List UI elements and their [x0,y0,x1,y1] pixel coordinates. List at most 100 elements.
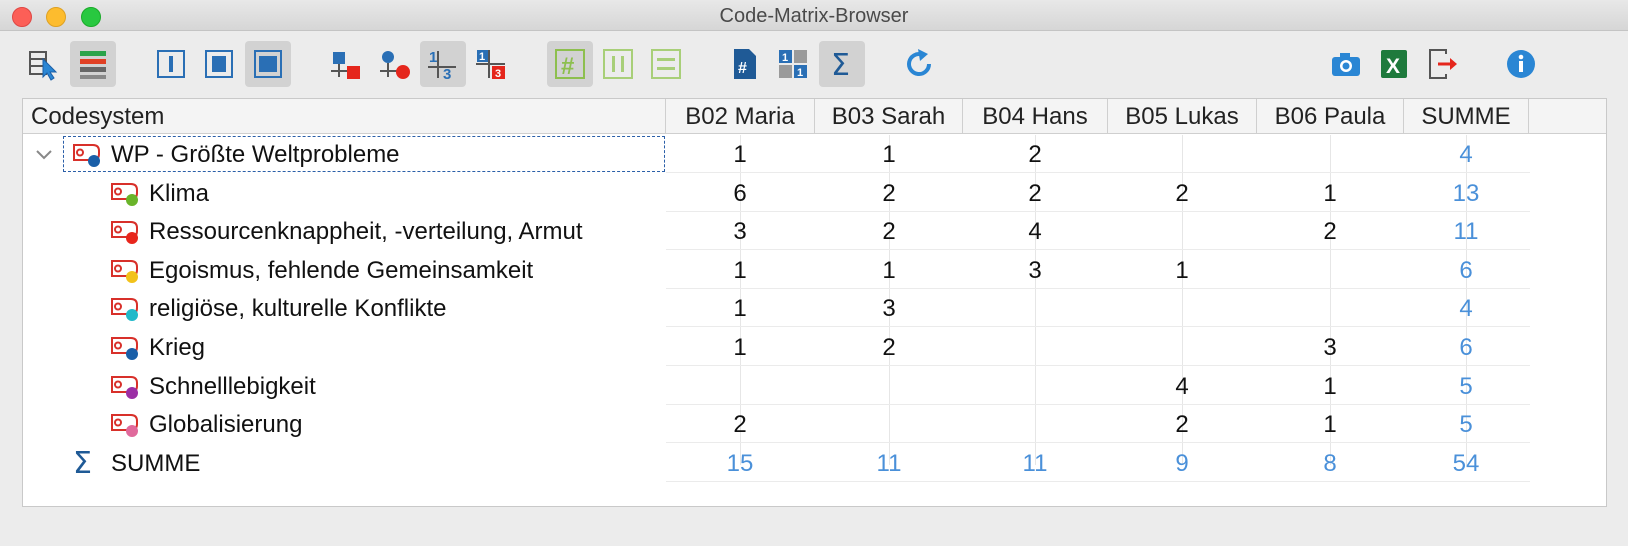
matrix-cell[interactable]: 2 [995,174,1075,212]
columns-button[interactable] [595,41,641,87]
view-narrow-icon [157,50,185,78]
matrix-cell[interactable]: 2 [849,328,929,366]
matrix-cell[interactable]: 4 [1142,367,1222,405]
matrix-cell[interactable] [1142,328,1222,366]
header-column[interactable]: B04 Hans [963,99,1108,133]
view-medium-button[interactable] [196,41,242,87]
matrix-cell[interactable] [995,405,1075,443]
view-wide-button[interactable] [245,41,291,87]
hash-grid-button[interactable]: # [547,41,593,87]
header-summe[interactable]: SUMME [1404,99,1529,133]
parent-code-row[interactable]: WP - Größte Weltprobleme 1 1 2 4 [23,135,1606,173]
row-sum-cell: 5 [1459,372,1473,400]
row-sum-cell: 54 [1452,449,1480,477]
header-codesystem[interactable]: Codesystem [23,99,666,133]
matrix-cell[interactable]: 3 [849,289,929,327]
matrix-cell[interactable] [995,289,1075,327]
matrix-cell[interactable]: 2 [849,212,929,250]
header-column[interactable]: B02 Maria [666,99,815,133]
code-row[interactable]: Krieg 1 2 3 6 [23,328,1606,366]
sigma-icon: Σ [831,48,850,80]
code-label: Schnelllebigkeit [149,372,316,400]
matrix-cell[interactable]: 1 [1290,405,1370,443]
matrix-cell[interactable]: 1 [700,328,780,366]
matrix-cell[interactable]: 6 [700,174,780,212]
svg-text:3: 3 [495,68,501,80]
matrix-cell[interactable]: 11 [849,444,929,482]
matrix-cell[interactable] [849,405,929,443]
matrix-cell[interactable]: 4 [995,212,1075,250]
code-row[interactable]: Klima 6 2 2 2 1 13 [23,174,1606,212]
matrix-cell[interactable]: 2 [849,174,929,212]
matrix-cell[interactable]: 9 [1142,444,1222,482]
matrix-cell[interactable]: 1 [700,289,780,327]
matrix-cell[interactable] [1142,212,1222,250]
matrix-cell[interactable]: 1 [1290,367,1370,405]
matrix-cell[interactable]: 11 [995,444,1075,482]
excel-export-button[interactable]: X [1371,41,1417,87]
code-matrix-table: Codesystem B02 Maria B03 Sarah B04 Hans … [22,98,1607,507]
matrix-cell[interactable] [700,367,780,405]
view-wide-icon [254,50,282,78]
header-column[interactable]: B03 Sarah [815,99,963,133]
matrix-cell[interactable]: 1 [700,251,780,289]
table-header: Codesystem B02 Maria B03 Sarah B04 Hans … [23,99,1606,134]
matrix-cell[interactable]: 3 [995,251,1075,289]
color-bars-icon [80,51,106,79]
squares-symbol-button[interactable] [323,41,369,87]
code-row[interactable]: Globalisierung 2 2 1 5 [23,405,1606,444]
camera-button[interactable] [1323,41,1369,87]
svg-text:#: # [561,53,574,80]
matrix-cell[interactable]: 8 [1290,444,1370,482]
numbers-symbol-button[interactable]: 1 3 [420,41,466,87]
matrix-cell[interactable]: 3 [700,212,780,250]
total-row[interactable]: Σ SUMME 15 11 11 9 8 54 [23,444,1606,482]
matrix-cell[interactable]: 3 [1290,328,1370,366]
code-row[interactable]: Ressourcenknappheit, -verteilung, Armut 3… [23,212,1606,251]
matrix-cell[interactable] [995,328,1075,366]
select-cursor-button[interactable] [21,41,67,87]
sigma-button[interactable]: Σ [819,41,865,87]
matrix-cell[interactable]: 1 [1290,174,1370,212]
header-column[interactable]: B06 Paula [1257,99,1404,133]
code-row[interactable]: religiöse, kulturelle Konflikte 1 3 4 [23,289,1606,328]
export-button[interactable] [1420,41,1466,87]
numbers-red-button[interactable]: 1 3 [468,41,514,87]
matrix-cell[interactable] [1290,251,1370,289]
info-button[interactable] [1498,41,1544,87]
circles-symbol-icon [380,51,410,79]
circles-symbol-button[interactable] [372,41,418,87]
matrix-cell[interactable]: 2 [1142,174,1222,212]
header-column[interactable]: B05 Lukas [1108,99,1257,133]
matrix-cell[interactable] [1142,289,1222,327]
matrix-cell[interactable] [1290,289,1370,327]
binary-grid-button[interactable]: 1 1 [770,41,816,87]
matrix-cell[interactable]: 1 [849,135,929,173]
code-row[interactable]: Schnelllebigkeit 4 1 5 [23,367,1606,405]
document-hash-icon: # [734,49,756,79]
matrix-cell[interactable]: 2 [995,135,1075,173]
matrix-cell[interactable]: 1 [849,251,929,289]
document-hash-button[interactable]: # [722,41,768,87]
refresh-button[interactable] [897,41,943,87]
matrix-cell[interactable] [849,367,929,405]
code-row[interactable]: Egoismus, fehlende Gemeinsamkeit 1 1 3 1 6 [23,251,1606,289]
svg-text:Σ: Σ [831,48,850,80]
color-bars-button[interactable] [70,41,116,87]
matrix-cell[interactable] [995,367,1075,405]
matrix-cell[interactable]: 2 [1142,405,1222,443]
matrix-cell[interactable]: 2 [1290,212,1370,250]
matrix-cell[interactable]: 1 [700,135,780,173]
matrix-cell[interactable]: 1 [1142,251,1222,289]
code-tag-icon [73,144,100,167]
matrix-cell[interactable] [1142,135,1222,173]
code-tag-icon [111,414,138,438]
matrix-cell[interactable]: 2 [700,405,780,443]
row-sum-cell: 5 [1459,411,1473,439]
row-sum-cell: 11 [1453,218,1479,246]
matrix-cell[interactable]: 15 [700,444,780,482]
rows-button[interactable] [643,41,689,87]
svg-text:1: 1 [479,51,485,63]
view-narrow-button[interactable] [148,41,194,87]
matrix-cell[interactable] [1290,135,1370,173]
